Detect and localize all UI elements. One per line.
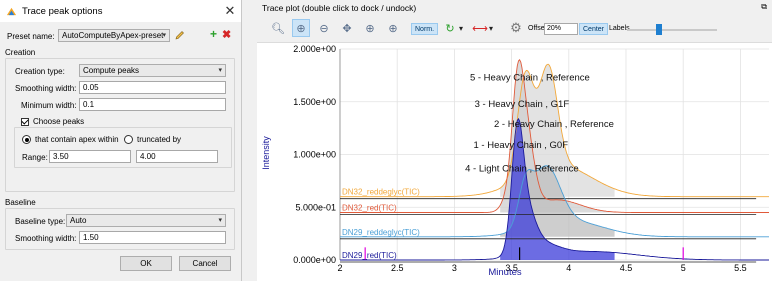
labels-slider-thumb[interactable] bbox=[655, 24, 662, 35]
baseline-smoothing-input[interactable]: 1.50 bbox=[79, 231, 226, 244]
range-to-input[interactable]: 4.00 bbox=[136, 150, 218, 163]
zoom-box-icon[interactable]: ⊕ bbox=[292, 19, 310, 37]
smoothing-width-input[interactable]: 0.05 bbox=[79, 81, 226, 94]
dialog-titlebar[interactable]: Trace peak options ✕ bbox=[0, 0, 241, 22]
y-axis-label: Intensity bbox=[261, 136, 271, 170]
radio-unselected-icon[interactable] bbox=[124, 135, 133, 144]
x-tick-label: 2 bbox=[337, 263, 342, 273]
smoothing-width-label: Smoothing width: bbox=[15, 84, 77, 93]
trace-chart[interactable]: DN32_reddeglyc(TIC) DN32_red(TIC) DN29_red… bbox=[257, 43, 772, 281]
zoom-out-icon[interactable]: ⊖ bbox=[315, 19, 333, 37]
dock-icon[interactable]: ⧉ bbox=[761, 2, 767, 12]
range-to-value: 4.00 bbox=[140, 152, 156, 161]
plot-toolbar: 🔍︎ ⊕ ⊖ ✥ ⊕ ⊕ Norm. ↻ ▾ ⟷ ▾ ⚙ Offset 20% … bbox=[257, 15, 772, 43]
peak-annotation: 2 - Heavy Chain , Reference bbox=[494, 119, 614, 130]
x-tick-label: 3 bbox=[452, 263, 457, 273]
creation-type-label: Creation type: bbox=[15, 67, 65, 76]
delete-icon[interactable]: ✖ bbox=[222, 28, 231, 41]
truncated-by-radio[interactable]: truncated by bbox=[124, 135, 181, 144]
offset-value: 20% bbox=[547, 25, 562, 32]
chevron-down-icon[interactable]: ▾ bbox=[456, 19, 466, 37]
offset-spinbox[interactable]: 20% bbox=[544, 23, 578, 35]
preset-select[interactable]: AutoComputeByApex-preset ▾ bbox=[58, 29, 170, 42]
close-icon[interactable]: ✕ bbox=[219, 3, 241, 19]
creation-type-value: Compute peaks bbox=[83, 66, 140, 75]
y-tick-label: 0.000e+00 bbox=[293, 255, 336, 265]
dialog-title: Trace peak options bbox=[22, 5, 103, 17]
trace-label: DN29_red(TIC) bbox=[342, 251, 397, 260]
pencil-icon[interactable] bbox=[174, 30, 185, 41]
gear-icon[interactable]: ⚙ bbox=[507, 19, 525, 37]
creation-group-title: Creation bbox=[5, 48, 36, 57]
truncated-by-label: truncated by bbox=[137, 135, 182, 144]
range-from-input[interactable]: 3.50 bbox=[49, 150, 131, 163]
contain-apex-radio[interactable]: that contain apex within bbox=[22, 135, 119, 144]
plot-titlebar[interactable]: Trace plot (double click to dock / undoc… bbox=[257, 0, 772, 15]
center-button[interactable]: Center bbox=[579, 23, 609, 35]
x-tick-label: 4.5 bbox=[620, 263, 633, 273]
add-icon[interactable]: + bbox=[210, 27, 217, 41]
y-tick-label: 1.500e+00 bbox=[293, 97, 336, 107]
radio-selected-icon[interactable] bbox=[22, 135, 31, 144]
baseline-type-value: Auto bbox=[70, 216, 87, 225]
y-tick-label: 1.000e+00 bbox=[293, 150, 336, 160]
y-tick-label: 5.000e-01 bbox=[295, 202, 336, 212]
creation-type-select[interactable]: Compute peaks ▾ bbox=[79, 64, 226, 77]
x-tick-label: 5.5 bbox=[734, 263, 747, 273]
labels-slider[interactable] bbox=[627, 29, 717, 31]
y-tick-label: 2.000e+00 bbox=[293, 44, 336, 54]
baseline-smoothing-label: Smoothing width: bbox=[15, 234, 77, 243]
zoom-y-icon[interactable]: ⊕ bbox=[384, 19, 402, 37]
x-axis-label: Minutes bbox=[488, 267, 522, 278]
peak-annotation: 5 - Heavy Chain , Reference bbox=[470, 73, 590, 84]
peak-annotation: 4 - Light Chain , Reference bbox=[465, 163, 579, 174]
app-icon bbox=[6, 7, 17, 15]
trace-label: DN32_reddeglyc(TIC) bbox=[342, 188, 420, 197]
baseline-type-select[interactable]: Auto ▾ bbox=[66, 214, 226, 227]
x-tick-label: 5 bbox=[681, 263, 686, 273]
range-label: Range: bbox=[22, 153, 48, 162]
ok-button[interactable]: OK bbox=[120, 256, 172, 271]
range-from-value: 3.50 bbox=[53, 152, 69, 161]
checkbox-checked-icon[interactable] bbox=[21, 117, 29, 126]
chevron-down-icon: ▾ bbox=[218, 67, 222, 74]
x-tick-label: 2.5 bbox=[391, 263, 404, 273]
smoothing-width-value: 0.05 bbox=[83, 83, 99, 92]
trace-label: DN32_red(TIC) bbox=[342, 204, 397, 213]
minimum-width-label: Minimum width: bbox=[21, 101, 77, 110]
x-tick-label: 4 bbox=[566, 263, 571, 273]
norm-button[interactable]: Norm. bbox=[411, 23, 439, 35]
plot-title: Trace plot (double click to dock / undoc… bbox=[262, 2, 417, 13]
minimum-width-input[interactable]: 0.1 bbox=[79, 98, 226, 111]
minimum-width-value: 0.1 bbox=[83, 100, 95, 109]
contain-apex-label: that contain apex within bbox=[35, 135, 119, 144]
trace-label: DN29_reddeglyc(TIC) bbox=[342, 228, 420, 237]
chevron-down-icon: ▾ bbox=[218, 217, 222, 224]
chevron-down-icon[interactable]: ▾ bbox=[486, 19, 496, 37]
baseline-type-label: Baseline type: bbox=[15, 217, 66, 226]
preset-value: AutoComputeByApex-preset bbox=[62, 31, 164, 40]
peak-annotation: 3 - Heavy Chain , G1F bbox=[475, 99, 570, 110]
choose-peaks-checkbox[interactable]: Choose peaks bbox=[21, 117, 84, 126]
peak-annotation: 1 - Heavy Chain , G0F bbox=[473, 140, 568, 151]
choose-peaks-label: Choose peaks bbox=[33, 117, 85, 126]
zoom-x-icon[interactable]: ⊕ bbox=[361, 19, 379, 37]
baseline-group-title: Baseline bbox=[5, 198, 36, 207]
cancel-button[interactable]: Cancel bbox=[179, 256, 231, 271]
pan-icon[interactable]: ✥ bbox=[338, 19, 356, 37]
trace-plot-window: Trace plot (double click to dock / undoc… bbox=[257, 0, 772, 281]
baseline-smoothing-value: 1.50 bbox=[83, 233, 99, 242]
trace-peak-options-dialog: Trace peak options ✕ Preset name: AutoCo… bbox=[0, 0, 242, 281]
zoom-in-icon[interactable]: 🔍︎ bbox=[269, 19, 287, 37]
preset-label: Preset name: bbox=[7, 32, 55, 41]
chevron-down-icon: ▾ bbox=[162, 32, 166, 39]
